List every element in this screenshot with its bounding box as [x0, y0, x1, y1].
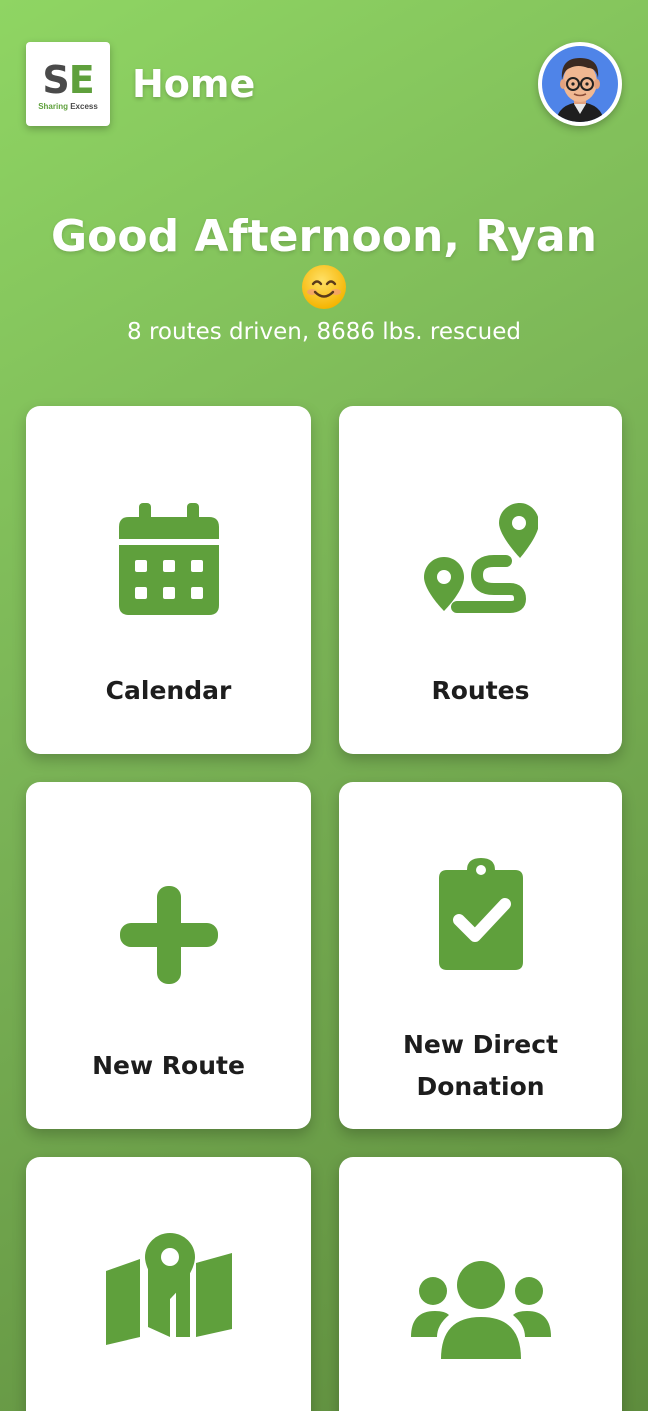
sharing-excess-logo[interactable]: SE Sharing Excess: [26, 42, 110, 126]
map-icon: [105, 1233, 232, 1345]
rescue-stats: 8 routes driven, 8686 lbs. rescued: [127, 319, 521, 345]
calendar-tile-label: Calendar: [105, 676, 232, 705]
people-tile[interactable]: [339, 1157, 622, 1411]
new-direct-donation-tile[interactable]: New Direct Donation: [339, 782, 622, 1129]
app-header: SE Sharing Excess Home: [26, 42, 622, 126]
page-title: Home: [132, 62, 256, 106]
logo-sub-excess: Excess: [70, 101, 98, 111]
plus-icon: [119, 886, 218, 984]
route-icon: [423, 503, 538, 613]
profile-avatar[interactable]: [538, 42, 622, 126]
routes-tile[interactable]: Routes: [339, 406, 622, 754]
calendar-tile[interactable]: Calendar: [26, 406, 311, 754]
logo-letter-s: S: [42, 57, 69, 102]
new-direct-donation-tile-label-line1: New Direct: [402, 1030, 559, 1059]
clipboard-check-icon: [438, 858, 523, 970]
greeting-heading: Good Afternoon, Ryan: [51, 211, 597, 262]
map-tile[interactable]: [26, 1157, 311, 1411]
new-route-tile[interactable]: New Route: [26, 782, 311, 1129]
calendar-icon: [118, 503, 219, 615]
routes-tile-label: Routes: [431, 676, 530, 705]
logo-letter-e: E: [68, 57, 95, 102]
new-route-tile-label: New Route: [92, 1051, 245, 1080]
logo-sub-sharing: Sharing: [38, 101, 68, 111]
new-direct-donation-tile-label-line2: Donation: [416, 1072, 545, 1101]
smiling-face-emoji-icon: [302, 265, 346, 309]
avatar-face-icon: [556, 58, 604, 122]
people-icon: [410, 1261, 551, 1359]
